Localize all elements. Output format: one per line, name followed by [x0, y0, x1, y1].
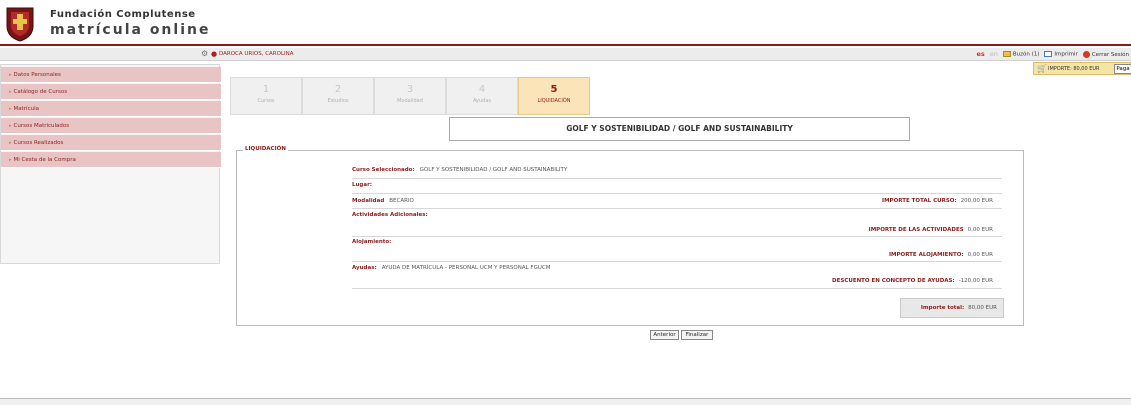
- importe-actividades-label: IMPORTE DE LAS ACTIVIDADES: [868, 227, 964, 233]
- divider: [352, 178, 1002, 179]
- curso-value: GOLF Y SOSTENIBILIDAD / GOLF AND SUSTAIN…: [419, 167, 568, 173]
- descuento-value: -120,00 EUR: [958, 278, 993, 284]
- logged-user-name: DAROCA URIOS, CAROLINA: [219, 51, 294, 57]
- sidebar: Datos Personales Catálogo de Cursos Matr…: [0, 64, 221, 264]
- importe-curso: IMPORTE TOTAL CURSO: 200,00 EUR: [643, 198, 993, 204]
- logout-link[interactable]: Cerrar Sesión: [1082, 50, 1129, 58]
- sidebar-item-matricula[interactable]: Matrícula: [1, 101, 221, 117]
- lugar-row: Lugar:: [352, 182, 1002, 192]
- logout-icon: [1082, 50, 1090, 58]
- university-crest-icon: [6, 7, 34, 42]
- modalidad-label: Modalidad: [352, 198, 385, 204]
- divider: [352, 236, 1002, 237]
- print-link[interactable]: Imprimir: [1044, 50, 1078, 58]
- divider: [352, 288, 1002, 289]
- step-number: 4: [478, 84, 486, 95]
- printer-icon: [1044, 50, 1053, 57]
- descuento-label: DESCUENTO EN CONCEPTO DE AYUDAS:: [832, 278, 955, 284]
- shopping-cart-summary: 🛒 IMPORTE: 80,00 EUR Paga: [1033, 62, 1131, 75]
- selected-course-title: GOLF Y SOSTENIBILIDAD / GOLF AND SUSTAIN…: [449, 117, 910, 141]
- mailbox-link[interactable]: Buzón (1): [1002, 50, 1040, 58]
- sidebar-item-cursos-matriculados[interactable]: Cursos Matriculados: [1, 118, 221, 134]
- curso-label: Curso Seleccionado:: [352, 167, 415, 173]
- actividades-row: Actividades Adicionales:: [352, 212, 1002, 222]
- step-2-estudios[interactable]: 2 Estudios: [302, 77, 374, 115]
- importe-actividades: IMPORTE DE LAS ACTIVIDADES 0,00 EUR: [643, 227, 993, 233]
- alojamiento-row: Alojamiento:: [352, 239, 1002, 249]
- user-bar: ⚙ ● DAROCA URIOS, CAROLINA es en Buzón (…: [0, 48, 1131, 61]
- step-number: 1: [262, 84, 270, 95]
- print-label: Imprimir: [1054, 51, 1078, 58]
- sidebar-item-cursos-realizados[interactable]: Cursos Realizados: [1, 135, 221, 151]
- application-name: matrícula online: [50, 22, 211, 38]
- importe-curso-label: IMPORTE TOTAL CURSO:: [882, 198, 957, 204]
- step-label: Estudios: [327, 98, 349, 104]
- step-label: Ayudas: [472, 98, 492, 104]
- language-en-link[interactable]: en: [990, 50, 998, 58]
- importe-actividades-value: 0,00 EUR: [967, 227, 993, 233]
- sidebar-item-catalogo-cursos[interactable]: Catálogo de Cursos: [1, 84, 221, 100]
- cart-amount: IMPORTE: 80,00 EUR: [1048, 66, 1100, 72]
- language-es-link[interactable]: es: [976, 50, 984, 58]
- alojamiento-label: Alojamiento:: [352, 239, 392, 245]
- importe-alojamiento: IMPORTE ALOJAMIENTO: 0,00 EUR: [643, 252, 993, 258]
- user-icon: ●: [211, 50, 218, 58]
- previous-button[interactable]: Anterior: [650, 330, 679, 340]
- mailbox-icon: [1002, 50, 1011, 57]
- ayudas-value: AYUDA DE MATRÍCULA - PERSONAL UCM Y PERS…: [381, 265, 551, 271]
- actividades-label: Actividades Adicionales:: [352, 212, 428, 218]
- step-5-liquidacion[interactable]: 5 LIQUIDACIÓN: [518, 77, 590, 115]
- ayudas-label: Ayudas:: [352, 265, 377, 271]
- cart-icon: 🛒: [1037, 64, 1047, 73]
- sidebar-item-datos-personales[interactable]: Datos Personales: [1, 67, 221, 83]
- importe-total-label: Importe total:: [920, 305, 965, 311]
- importe-total-value: 80,00 EUR: [968, 305, 997, 311]
- header: Fundación Complutense matrícula online: [0, 0, 1131, 46]
- step-label: LIQUIDACIÓN: [537, 98, 571, 104]
- finish-button[interactable]: Finalizar: [681, 330, 713, 340]
- divider: [352, 208, 1002, 209]
- importe-alojamiento-label: IMPORTE ALOJAMIENTO:: [888, 252, 964, 258]
- user-bar-actions: es en Buzón (1) Imprimir Cerrar Sesión: [976, 50, 1129, 58]
- step-label: Modalidad: [397, 98, 423, 104]
- settings-gear-icon[interactable]: ⚙: [201, 50, 209, 58]
- lugar-label: Lugar:: [352, 182, 372, 188]
- step-number: 2: [334, 84, 342, 95]
- curso-seleccionado-row: Curso Seleccionado: GOLF Y SOSTENIBILIDAD…: [352, 167, 1002, 177]
- importe-total-box: Importe total: 80,00 EUR: [900, 298, 1004, 318]
- step-1-cursos[interactable]: 1 Cursos: [230, 77, 302, 115]
- divider: [352, 261, 1002, 262]
- importe-alojamiento-value: 0,00 EUR: [967, 252, 993, 258]
- ayudas-row: Ayudas: AYUDA DE MATRÍCULA - PERSONAL UCM…: [352, 265, 1002, 275]
- footer: [0, 398, 1131, 405]
- sidebar-item-cesta-compra[interactable]: Mi Cesta de la Compra: [1, 152, 221, 168]
- pay-button[interactable]: Paga: [1114, 64, 1131, 74]
- logout-label: Cerrar Sesión: [1091, 51, 1129, 58]
- step-number: 5: [550, 84, 558, 95]
- divider: [352, 193, 1002, 194]
- app-root: Fundación Complutense matrícula online ⚙…: [0, 0, 1131, 405]
- step-4-ayudas[interactable]: 4 Ayudas: [446, 77, 518, 115]
- descuento-ayudas: DESCUENTO EN CONCEPTO DE AYUDAS: -120,00 …: [643, 278, 993, 284]
- importe-curso-value: 200,00 EUR: [960, 198, 993, 204]
- step-number: 3: [406, 84, 414, 95]
- liquidacion-legend: LIQUIDACIÓN: [243, 146, 288, 152]
- organization-name: Fundación Complutense: [50, 9, 196, 20]
- step-3-modalidad[interactable]: 3 Modalidad: [374, 77, 446, 115]
- step-label: Cursos: [257, 98, 275, 104]
- modalidad-value: BECARIO: [389, 198, 414, 204]
- mailbox-label: Buzón (1): [1012, 51, 1040, 58]
